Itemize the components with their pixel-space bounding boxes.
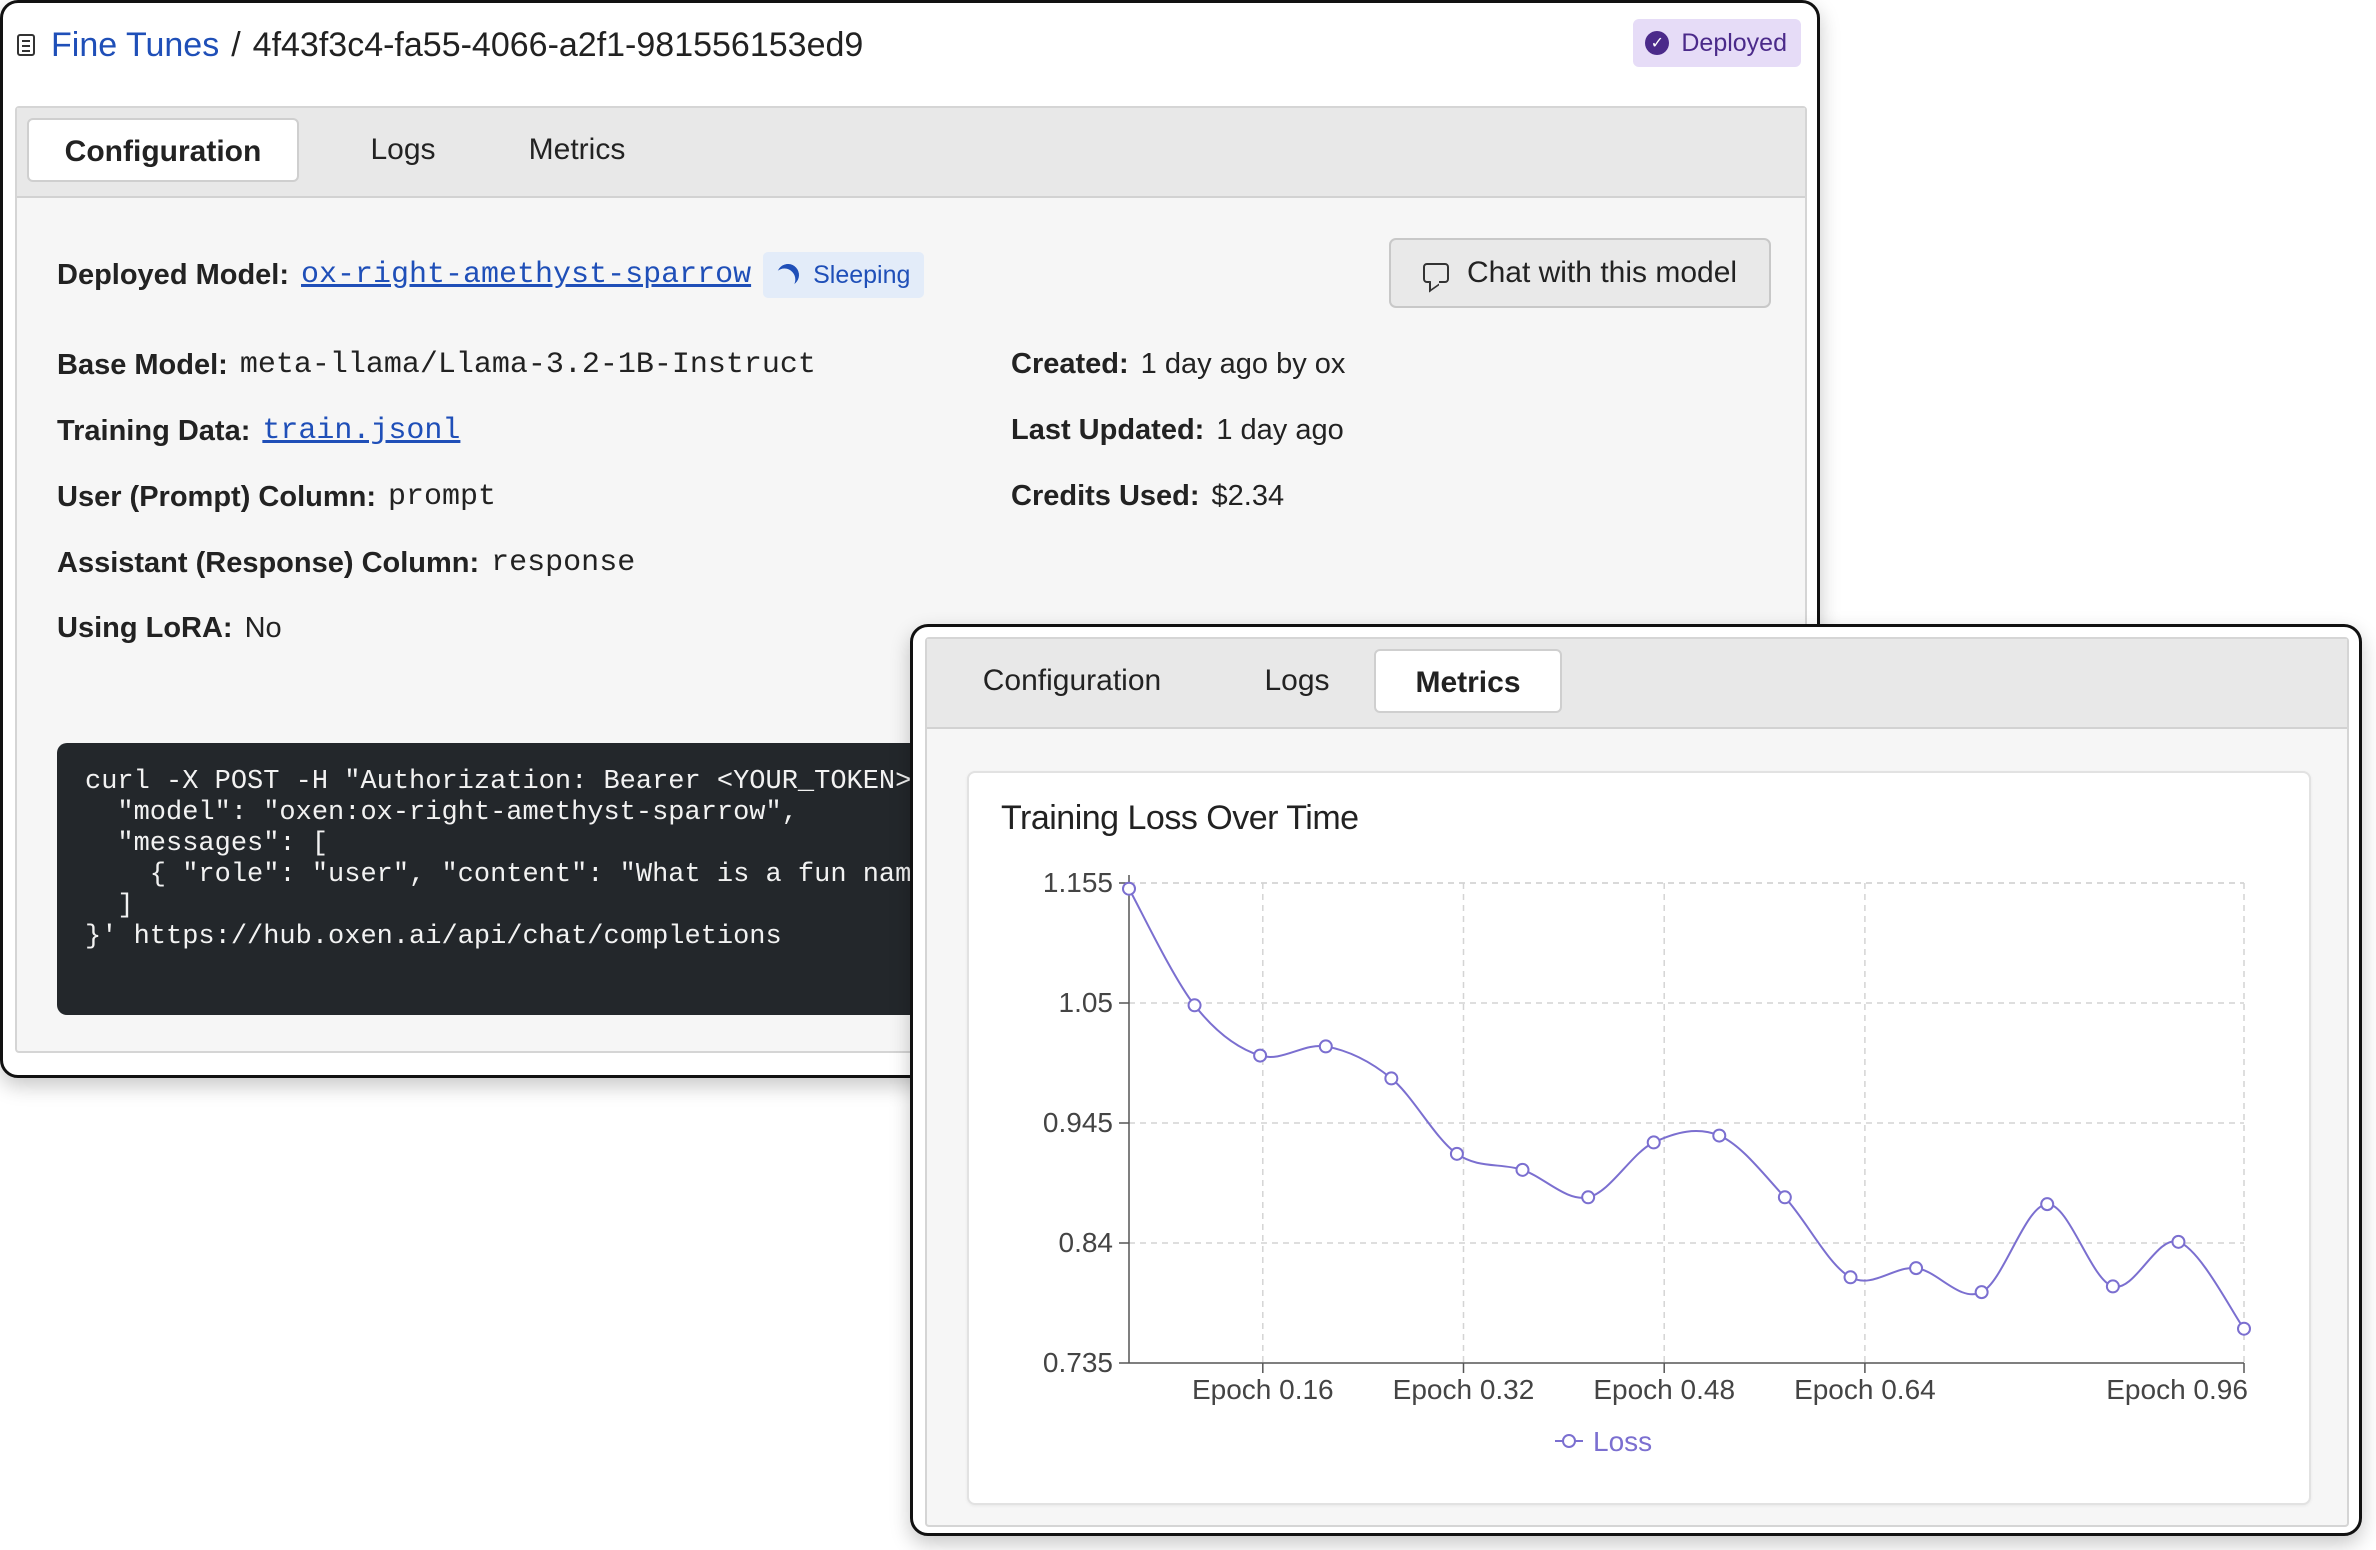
loss-data-point bbox=[1909, 1261, 1924, 1276]
loss-data-point bbox=[1449, 1146, 1464, 1161]
loss-data-point bbox=[2171, 1234, 2186, 1249]
x-tick-label: Epoch 0.64 bbox=[1794, 1374, 1936, 1405]
loss-chart-card: Training Loss Over Time 1.155 1.05 0.945 0.… bbox=[967, 771, 2311, 1505]
deployed-status-badge: ✓ Deployed bbox=[1633, 19, 1801, 67]
loss-chart: 1.155 1.05 0.945 0.84 0.735 Epoch 0.16 Epoch 0… bbox=[1043, 867, 2251, 1457]
loss-data-point bbox=[1515, 1162, 1530, 1177]
loss-data-point bbox=[1974, 1285, 1989, 1300]
loss-data-point bbox=[1253, 1048, 1268, 1063]
tab-strip: Configuration Logs Metrics bbox=[17, 108, 1805, 198]
y-tick-label: 1.05 bbox=[1059, 987, 1114, 1018]
fine-tune-id: 4f43f3c4-fa55-4066-a2f1-981556153ed9 bbox=[252, 25, 864, 64]
loss-data-point bbox=[1712, 1128, 1727, 1143]
created-field: Created: 1 day ago by ox bbox=[1011, 348, 1345, 381]
loss-data-point bbox=[1843, 1270, 1858, 1285]
tab-strip: Configuration Logs Metrics bbox=[927, 639, 2347, 729]
using-lora-field: Using LoRA: No bbox=[57, 612, 282, 645]
field-value: meta-llama/Llama-3.2-1B-Instruct bbox=[239, 348, 816, 382]
tab-logs[interactable]: Logs bbox=[1227, 649, 1367, 713]
tab-panel: Configuration Logs Metrics Training Loss… bbox=[925, 637, 2349, 1527]
credits-used-field: Credits Used: $2.34 bbox=[1011, 480, 1284, 513]
tab-configuration[interactable]: Configuration bbox=[947, 649, 1197, 713]
deployed-model-label: Deployed Model: bbox=[57, 258, 290, 291]
x-tick-label: Epoch 0.96 bbox=[2106, 1374, 2248, 1405]
loss-series-line bbox=[1128, 888, 2245, 1330]
x-tick-label: Epoch 0.32 bbox=[1393, 1374, 1535, 1405]
user-column-field: User (Prompt) Column: prompt bbox=[57, 480, 496, 514]
loss-data-point bbox=[1318, 1039, 1333, 1054]
legend-marker bbox=[1562, 1434, 1576, 1448]
field-value: prompt bbox=[388, 480, 497, 514]
x-tick-label: Epoch 0.16 bbox=[1192, 1374, 1334, 1405]
y-tick-label: 0.735 bbox=[1043, 1347, 1113, 1378]
moon-icon bbox=[774, 261, 802, 289]
loss-data-point bbox=[1777, 1190, 1792, 1205]
sleeping-status-badge: Sleeping bbox=[763, 252, 925, 298]
tab-logs[interactable]: Logs bbox=[333, 118, 473, 182]
y-tick-label: 0.945 bbox=[1043, 1107, 1113, 1138]
loss-data-point bbox=[2105, 1279, 2120, 1294]
field-value: $2.34 bbox=[1211, 480, 1285, 512]
training-data-link[interactable]: train.jsonl bbox=[262, 414, 460, 448]
assistant-column-field: Assistant (Response) Column: response bbox=[57, 546, 635, 580]
y-tick-label: 1.155 bbox=[1043, 867, 1113, 898]
loss-data-point bbox=[1646, 1135, 1661, 1150]
last-updated-field: Last Updated: 1 day ago bbox=[1011, 414, 1344, 447]
field-label: Training Data: bbox=[57, 414, 251, 447]
tab-metrics[interactable]: Metrics bbox=[1374, 649, 1562, 713]
tab-metrics[interactable]: Metrics bbox=[497, 118, 657, 182]
chat-bubble-icon bbox=[1422, 263, 1449, 283]
field-value: No bbox=[244, 612, 282, 644]
legend-label: Loss bbox=[1593, 1426, 1652, 1457]
field-label: User (Prompt) Column: bbox=[57, 480, 376, 513]
deployed-model-row: Deployed Model: ox-right-amethyst-sparro… bbox=[57, 252, 925, 298]
deployed-status-label: Deployed bbox=[1681, 28, 1787, 57]
loss-data-point bbox=[1187, 998, 1202, 1013]
loss-data-point bbox=[2040, 1197, 2055, 1212]
deployed-model-link[interactable]: ox-right-amethyst-sparrow bbox=[301, 258, 751, 292]
loss-data-point bbox=[1581, 1190, 1596, 1205]
header-bar: Fine Tunes / 4f43f3c4-fa55-4066-a2f1-981… bbox=[17, 19, 1803, 71]
loss-data-point bbox=[1122, 881, 1136, 896]
field-label: Using LoRA: bbox=[57, 612, 233, 644]
check-circle-icon: ✓ bbox=[1645, 31, 1670, 55]
field-label: Credits Used: bbox=[1011, 480, 1200, 512]
loss-data-point bbox=[1384, 1071, 1399, 1086]
breadcrumb-fine-tunes-link[interactable]: Fine Tunes bbox=[51, 26, 219, 65]
loss-data-point bbox=[2237, 1321, 2251, 1336]
sleeping-label: Sleeping bbox=[813, 260, 911, 289]
field-label: Assistant (Response) Column: bbox=[57, 546, 480, 579]
field-value: response bbox=[491, 546, 636, 580]
y-tick-label: 0.84 bbox=[1059, 1227, 1114, 1258]
training-data-field: Training Data: train.jsonl bbox=[57, 414, 460, 448]
field-label: Last Updated: bbox=[1011, 414, 1205, 446]
x-tick-label: Epoch 0.48 bbox=[1593, 1374, 1735, 1405]
base-model-field: Base Model: meta-llama/Llama-3.2-1B-Inst… bbox=[57, 348, 816, 382]
breadcrumb-separator: / bbox=[231, 25, 241, 64]
field-value: 1 day ago by ox bbox=[1140, 348, 1346, 380]
tab-configuration[interactable]: Configuration bbox=[27, 118, 299, 182]
chat-with-model-button[interactable]: Chat with this model bbox=[1389, 238, 1771, 308]
field-value: 1 day ago bbox=[1216, 414, 1344, 446]
metrics-window: Configuration Logs Metrics Training Loss… bbox=[910, 624, 2362, 1536]
chat-button-label: Chat with this model bbox=[1466, 256, 1738, 289]
field-label: Base Model: bbox=[57, 348, 228, 381]
field-label: Created: bbox=[1011, 348, 1129, 380]
document-icon bbox=[17, 34, 35, 56]
